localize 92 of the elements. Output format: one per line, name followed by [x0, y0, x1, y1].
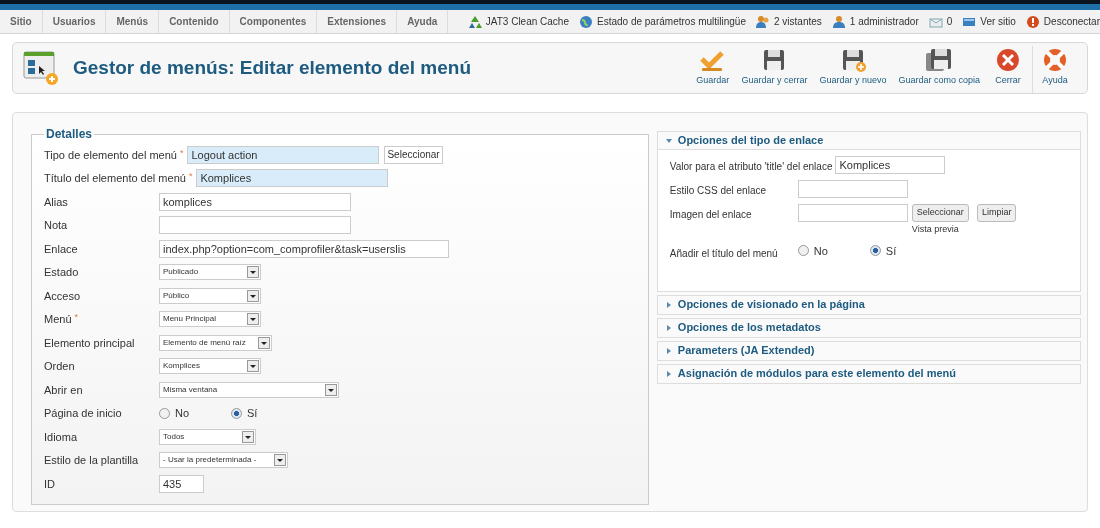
caret-icon	[247, 313, 259, 326]
caret-icon	[325, 383, 337, 396]
image-button[interactable]: Seleccionar	[911, 204, 969, 222]
dropdown[interactable]: Público	[159, 287, 261, 304]
status-link[interactable]: 1 administrador	[831, 14, 919, 29]
panel-header[interactable]: Parameters (JA Extended)	[657, 341, 1080, 360]
input-field[interactable]: Komplices	[835, 156, 946, 174]
input-field[interactable]	[797, 180, 908, 198]
dropdown[interactable]: Komplices	[159, 358, 261, 375]
menu-item[interactable]: Menús	[106, 10, 160, 33]
menu-item[interactable]: Ayuda	[397, 10, 449, 33]
menu-item[interactable]: Componentes	[229, 10, 318, 33]
preview-label: Vista previa	[911, 223, 960, 236]
menu-manager-icon	[23, 50, 59, 86]
field-label: Nota	[44, 218, 69, 233]
panel-header[interactable]: Opciones del tipo de enlace	[657, 132, 1080, 150]
required-mark: *	[74, 311, 79, 324]
status-link[interactable]: 2 vistantes	[756, 14, 822, 29]
required-mark: *	[179, 146, 184, 160]
required-mark: *	[188, 170, 193, 183]
menu-item[interactable]: Usuarios	[42, 10, 107, 33]
field-label: Elemento principal	[44, 335, 136, 351]
field-label: Imagen del enlace	[669, 208, 753, 222]
dropdown[interactable]: Publicado	[159, 264, 261, 281]
triangle-right-icon	[665, 347, 672, 354]
dropdown[interactable]: - Usar la predeterminada -	[159, 452, 288, 469]
input-field[interactable]: 435	[159, 474, 204, 493]
field-label: Página de inicio	[44, 406, 123, 421]
caret-icon	[242, 430, 254, 443]
field-label: Añadir el título del menú	[669, 246, 779, 261]
toolbar-button[interactable]: Cerrar	[986, 45, 1030, 93]
field-label: Título del elemento del menú	[44, 171, 186, 186]
field-label: ID	[44, 476, 56, 492]
toolbar-button[interactable]: Guardar como copia	[892, 45, 986, 93]
page-title: Gestor de menús: Editar elemento del menú	[73, 55, 472, 80]
field-label: Estilo de la plantilla	[44, 453, 140, 468]
caret-icon	[258, 336, 270, 349]
warning-icon	[1025, 14, 1040, 29]
triangle-right-icon	[665, 301, 672, 308]
panel-header[interactable]: Opciones de los metadatos	[657, 318, 1080, 337]
field-label: Estilo CSS del enlace	[669, 184, 767, 198]
field-label: Orden	[44, 359, 76, 374]
radio-option[interactable]: Sí	[231, 405, 303, 422]
caret-icon	[274, 454, 286, 467]
image-button[interactable]: Limpiar	[976, 204, 1017, 222]
toolbar-button[interactable]: Guardar	[690, 45, 736, 93]
toolbar-button[interactable]: Guardar y cerrar	[735, 45, 814, 93]
menu-item[interactable]: Contenido	[159, 10, 230, 33]
menu-item[interactable]: Extensiones	[317, 10, 398, 33]
triangle-right-icon	[665, 370, 672, 377]
toolbar-button[interactable]: Guardar y nuevo	[813, 45, 893, 93]
menu-item[interactable]: Sitio	[0, 10, 43, 33]
field-label: Valor para el atributo 'title' del enlace	[669, 160, 833, 174]
field-label: Enlace	[44, 241, 79, 257]
radio-option[interactable]: No	[159, 405, 231, 422]
select-button[interactable]: Seleccionar	[384, 145, 443, 164]
input-field[interactable]: Logout action	[187, 145, 380, 164]
users-icon	[756, 14, 770, 29]
status-link[interactable]: Desconectar	[1025, 14, 1100, 29]
field-label: Abrir en	[44, 382, 84, 398]
input-field[interactable]: Komplices	[196, 169, 389, 188]
status-link[interactable]: Estado de parámetros multilingüe	[579, 14, 746, 29]
dropdown[interactable]: Menu Principal	[159, 311, 261, 328]
toolbar-button[interactable]: Ayuda	[1032, 45, 1077, 93]
caret-icon	[247, 266, 259, 279]
status-link[interactable]: JAT3 Clean Cache	[467, 14, 569, 29]
panel-header[interactable]: Opciones de visionado en la página	[657, 295, 1080, 314]
globe-icon	[579, 14, 593, 29]
caret-icon	[247, 360, 259, 373]
caret-icon	[247, 289, 259, 302]
field-label: Menú	[44, 312, 72, 327]
input-field[interactable]: komplices	[159, 192, 351, 211]
dropdown[interactable]: Misma ventana	[159, 381, 339, 398]
radio-option[interactable]: No	[797, 242, 870, 259]
field-label: Alias	[44, 194, 69, 210]
fieldset-legend: Detalles	[44, 125, 95, 143]
input-field[interactable]	[797, 204, 908, 222]
radio-option[interactable]: Sí	[869, 242, 942, 259]
triangle-right-icon	[665, 324, 672, 331]
user-icon	[831, 14, 846, 29]
triangle-down-icon	[665, 137, 672, 144]
field-label: Idioma	[44, 429, 79, 445]
dropdown[interactable]: Elemento de menú raíz	[159, 334, 272, 351]
dropdown[interactable]: Todos	[159, 428, 256, 445]
input-field[interactable]: index.php?option=com_comprofiler&task=userslis	[159, 239, 449, 258]
field-label: Estado	[44, 265, 80, 280]
field-label: Acceso	[44, 288, 82, 304]
input-field[interactable]	[159, 216, 351, 235]
status-link[interactable]: Ver sitio	[962, 14, 1016, 29]
panel-header[interactable]: Asignación de módulos para este elemento del menú	[657, 364, 1080, 383]
field-label: Tipo de elemento del menú	[44, 147, 177, 163]
status-link[interactable]: 0	[928, 14, 953, 29]
